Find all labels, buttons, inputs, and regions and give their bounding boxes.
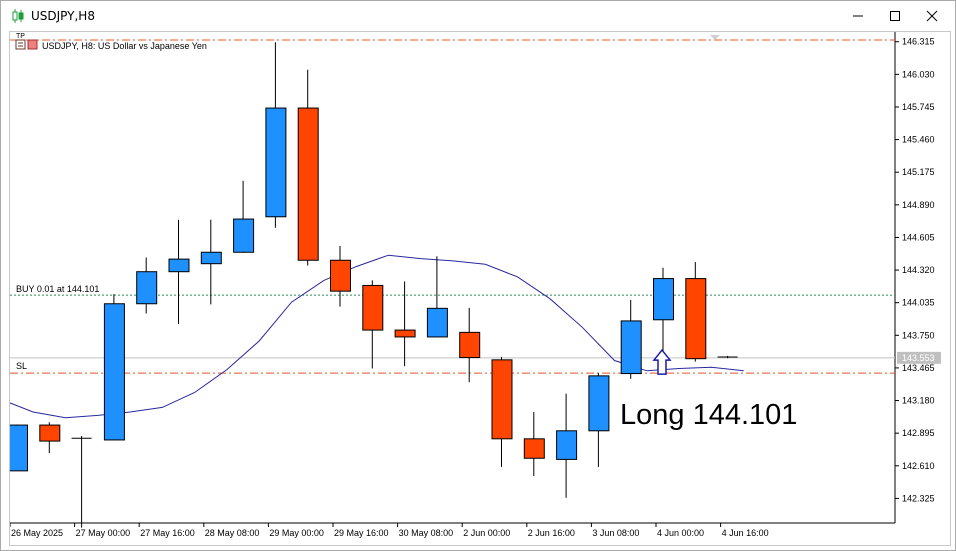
y-tick-label: 144.320	[902, 265, 935, 275]
candles-layer	[7, 42, 738, 528]
x-tick-label: 2 Jun 00:00	[463, 528, 510, 538]
candle	[523, 411, 545, 477]
candle-body	[362, 284, 384, 331]
candle	[136, 257, 158, 314]
y-tick-label: 146.315	[902, 37, 935, 47]
time-axis: 26 May 2025 27 May 00:00 27 May 16:00 28 Ma…	[9, 523, 769, 538]
candle	[685, 262, 707, 362]
candle-body	[39, 424, 61, 442]
close-button[interactable]	[910, 1, 954, 31]
candle	[491, 357, 513, 467]
candle-body	[523, 438, 545, 459]
candle	[588, 373, 610, 467]
trade-levels: BUY 0.01 at 144.101 SL	[10, 39, 895, 374]
close-icon	[926, 10, 938, 22]
candle	[653, 267, 674, 353]
candle	[168, 219, 190, 324]
y-tick-label: 146.030	[902, 69, 935, 79]
symbol-info-icons	[15, 39, 38, 50]
candle	[39, 422, 61, 454]
price-axis: 146.315 146.030 145.745 145.460 145.175 144.8…	[895, 37, 941, 503]
list-icon	[15, 39, 26, 50]
chart-overlay: TP USDJPY, H8: US Dollar vs Japanese Yen L…	[15, 33, 797, 431]
candle	[265, 42, 287, 228]
title-bar: USDJPY,H8	[1, 1, 955, 31]
y-tick-label: 144.035	[902, 298, 935, 308]
x-tick-label: 2 Jun 16:00	[528, 528, 575, 538]
x-tick-label: 3 Jun 08:00	[592, 528, 639, 538]
y-tick-label: 144.890	[902, 200, 935, 210]
candle-body	[620, 320, 642, 375]
y-tick-label: 142.325	[902, 493, 935, 503]
candle-body	[200, 251, 222, 265]
candle	[330, 246, 351, 307]
candle-body	[168, 258, 190, 273]
candle-body	[394, 329, 416, 338]
candle	[7, 424, 28, 472]
candle-body	[103, 303, 125, 441]
candle	[71, 436, 92, 528]
x-tick-label: 29 May 16:00	[334, 528, 389, 538]
candle-body	[588, 375, 610, 432]
order-level-label: BUY 0.01 at 144.101	[16, 284, 99, 294]
chart-window: USDJPY,H8 BUY 0.01 at 144.101 SL 146.315 1…	[0, 0, 956, 551]
candle-body	[685, 278, 707, 360]
x-tick-label: 28 May 08:00	[205, 528, 260, 538]
candle	[297, 69, 319, 266]
y-tick-label: 143.180	[902, 396, 935, 406]
candle-body	[136, 271, 158, 305]
x-tick-label: 27 May 00:00	[76, 528, 131, 538]
stop-loss-label: SL	[16, 361, 27, 371]
y-tick-label: 142.610	[902, 461, 935, 471]
minimize-icon	[853, 15, 863, 17]
x-tick-label: 26 May 2025	[11, 528, 63, 538]
price-chart[interactable]: BUY 0.01 at 144.101 SL 146.315 146.030 145.…	[0, 32, 950, 545]
chart-area[interactable]: BUY 0.01 at 144.101 SL 146.315 146.030 145.…	[0, 31, 951, 546]
candle-body	[426, 307, 448, 338]
candle	[426, 256, 448, 338]
candle-body	[556, 430, 578, 460]
corner-marker: TP	[16, 33, 25, 40]
candle-body	[265, 107, 287, 218]
trade-annotation: Long 144.101	[620, 399, 797, 431]
collapse-arrow-icon	[710, 35, 720, 40]
y-tick-label: 145.460	[902, 135, 935, 145]
candle	[103, 294, 125, 441]
x-tick-label: 27 May 16:00	[140, 528, 195, 538]
candle	[200, 219, 222, 305]
x-tick-label: 30 May 08:00	[399, 528, 454, 538]
chart-candle-icon	[12, 9, 24, 23]
candle	[233, 180, 255, 253]
y-tick-label: 145.745	[902, 102, 935, 112]
candle	[620, 299, 642, 379]
maximize-icon	[890, 11, 900, 21]
y-tick-label: 142.895	[902, 428, 935, 438]
candle-body	[233, 218, 255, 253]
y-tick-label: 145.175	[902, 167, 935, 177]
symbol-info: USDJPY, H8: US Dollar vs Japanese Yen	[42, 41, 207, 51]
x-tick-label: 29 May 00:00	[269, 528, 324, 538]
y-tick-label: 144.605	[902, 232, 935, 242]
candle	[556, 393, 578, 498]
x-tick-label: 4 Jun 16:00	[722, 528, 769, 538]
candle-body	[653, 278, 674, 321]
flag-icon	[27, 39, 38, 50]
candle-body	[459, 331, 481, 359]
candle-body	[491, 359, 513, 440]
candle-body	[297, 107, 319, 261]
candle-body	[330, 259, 351, 292]
x-tick-label: 4 Jun 00:00	[657, 528, 704, 538]
candle	[394, 281, 416, 367]
candle-body	[7, 424, 28, 472]
y-tick-label: 143.750	[902, 330, 935, 340]
current-price-label: 143.553	[902, 353, 935, 363]
y-tick-label: 143.465	[902, 363, 935, 373]
window-title: USDJPY,H8	[31, 9, 95, 23]
candle	[459, 307, 481, 383]
candle	[362, 280, 384, 369]
